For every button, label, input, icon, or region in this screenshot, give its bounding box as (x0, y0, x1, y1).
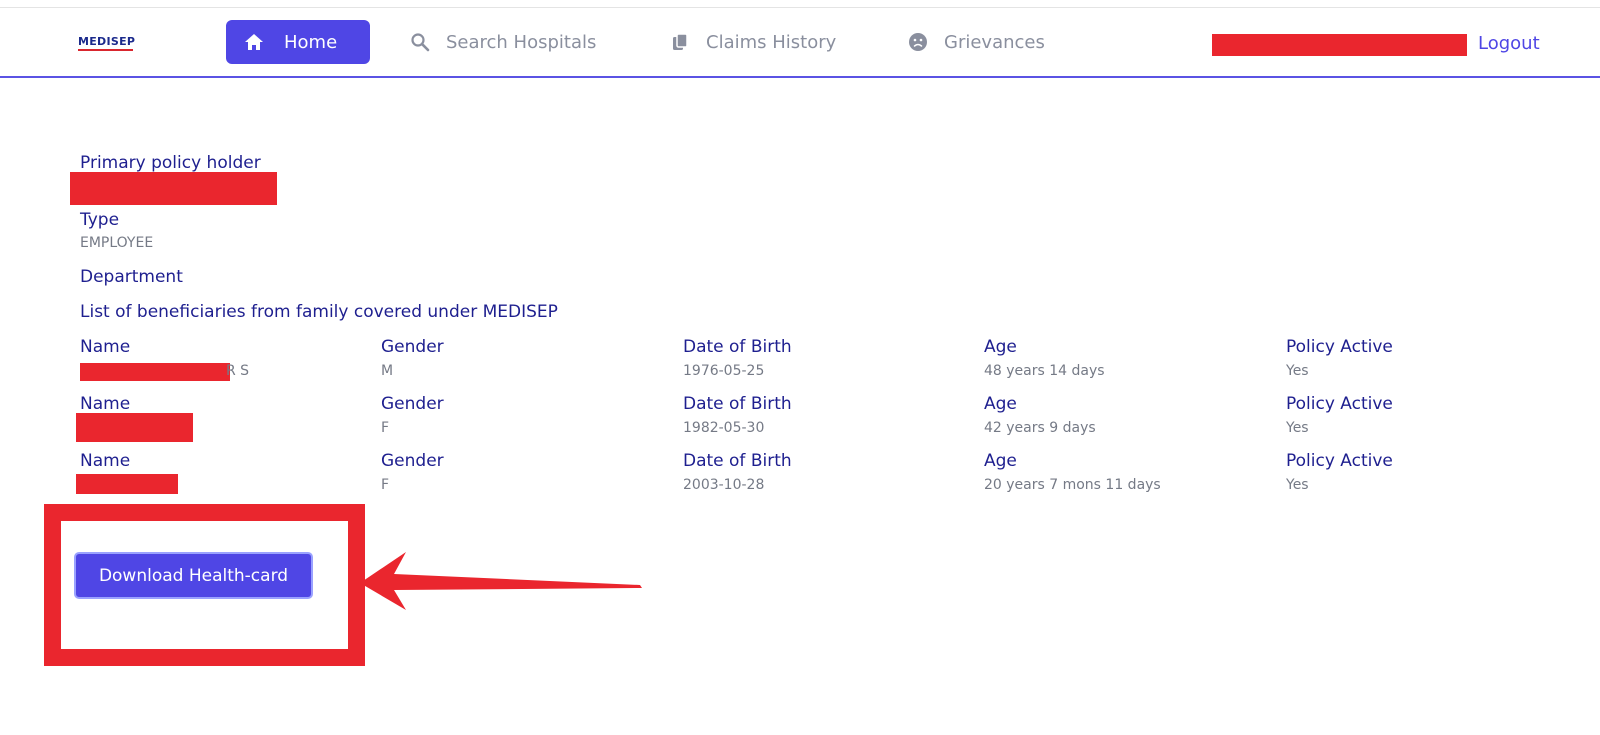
logout-link[interactable]: Logout (1478, 33, 1540, 54)
redacted-username (1212, 34, 1467, 56)
beneficiaries-heading: List of beneficiaries from family covere… (80, 302, 558, 322)
beneficiary-age: 48 years 14 days (984, 363, 1105, 379)
home-icon (245, 34, 263, 50)
nav-grievances-label: Grievances (944, 31, 1045, 53)
col-age-label: Age (984, 451, 1017, 471)
col-age-label: Age (984, 394, 1017, 414)
beneficiary-active: Yes (1286, 477, 1309, 493)
col-name-label: Name (80, 337, 131, 357)
beneficiary-gender: F (381, 477, 390, 493)
beneficiary-gender: M (381, 363, 394, 379)
search-icon (411, 33, 430, 52)
nav-home-label: Home (284, 31, 338, 53)
col-active-label: Policy Active (1286, 451, 1393, 471)
col-gender-label: Gender (381, 337, 444, 357)
nav-home-button[interactable]: Home (226, 20, 370, 64)
red-arrow-annotation (360, 552, 642, 610)
col-active-label: Policy Active (1286, 394, 1393, 414)
download-health-card-button[interactable]: Download Health-card (74, 552, 313, 599)
redacted-beneficiary-name (76, 474, 178, 494)
col-dob-label: Date of Birth (683, 451, 792, 471)
col-gender-label: Gender (381, 394, 444, 414)
logo-underline (78, 49, 133, 51)
col-dob-label: Date of Birth (683, 394, 792, 414)
department-label: Department (80, 267, 183, 287)
medisep-logo[interactable]: MEDISEP (78, 35, 135, 48)
beneficiary-age: 42 years 9 days (984, 420, 1096, 436)
nav-claims-label: Claims History (706, 31, 837, 53)
beneficiary-active: Yes (1286, 420, 1309, 436)
beneficiary-gender: F (381, 420, 390, 436)
nav-grievances[interactable]: Grievances (908, 20, 1045, 64)
beneficiary-dob: 2003-10-28 (683, 477, 765, 493)
col-active-label: Policy Active (1286, 337, 1393, 357)
documents-icon (673, 33, 688, 50)
primary-holder-label: Primary policy holder (80, 153, 261, 173)
nav-claims-history[interactable]: Claims History (670, 20, 836, 64)
redacted-beneficiary-name (76, 413, 193, 442)
beneficiary-age: 20 years 7 mons 11 days (984, 477, 1161, 493)
redacted-holder-name (70, 172, 277, 205)
type-value: EMPLOYEE (80, 235, 154, 251)
col-age-label: Age (984, 337, 1017, 357)
col-name-label: Name (80, 394, 131, 414)
nav-search-hospitals[interactable]: Search Hospitals (410, 20, 596, 64)
beneficiary-name: R S (226, 363, 250, 379)
beneficiary-dob: 1982-05-30 (683, 420, 765, 436)
col-name-label: Name (80, 451, 131, 471)
col-dob-label: Date of Birth (683, 337, 792, 357)
nav-search-label: Search Hospitals (446, 31, 597, 53)
navbar: MEDISEP Home Search Hospitals Claims His… (0, 8, 1600, 78)
beneficiary-active: Yes (1286, 363, 1309, 379)
beneficiary-dob: 1976-05-25 (683, 363, 765, 379)
type-label: Type (80, 210, 120, 230)
redacted-beneficiary-name (80, 363, 230, 381)
col-gender-label: Gender (381, 451, 444, 471)
sad-face-icon (909, 33, 927, 51)
